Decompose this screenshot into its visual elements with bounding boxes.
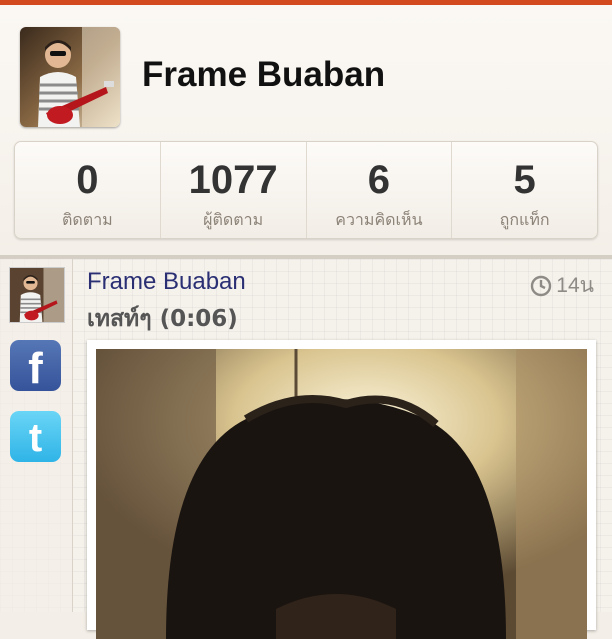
stat-tagged[interactable]: 5 ถูกแท็ก bbox=[452, 142, 597, 238]
post-photo-frame[interactable] bbox=[87, 340, 596, 639]
feed: f t Frame Buaban 14น เทสท์ๆ (0:06) bbox=[0, 259, 612, 639]
stat-label: ผู้ติดตาม bbox=[203, 210, 264, 229]
clock-icon bbox=[531, 275, 552, 296]
post-caption: เทสท์ๆ (0:06) bbox=[87, 306, 238, 332]
profile-name: Frame Buaban bbox=[142, 55, 386, 94]
stat-count: 0 bbox=[76, 158, 99, 202]
stat-label: ติดตาม bbox=[62, 210, 113, 229]
share-column: f t bbox=[0, 259, 73, 612]
post-time-text: 14น bbox=[556, 274, 594, 297]
profile-avatar[interactable] bbox=[20, 27, 120, 127]
twitter-icon: t bbox=[28, 416, 43, 460]
stat-comments[interactable]: 6 ความคิดเห็น bbox=[307, 142, 453, 238]
post-timestamp: 14น bbox=[530, 269, 594, 302]
twitter-share-button[interactable]: t bbox=[10, 411, 61, 462]
profile-stats: 0 ติดตาม 1077 ผู้ติดตาม 6 ความคิดเห็น 5 … bbox=[14, 141, 598, 239]
profile-header: Frame Buaban 0 ติดตาม 1077 ผู้ติดตาม 6 ค… bbox=[0, 5, 612, 255]
stat-following[interactable]: 0 ติดตาม bbox=[15, 142, 161, 238]
stat-count: 1077 bbox=[188, 158, 278, 202]
post-author-avatar[interactable] bbox=[9, 267, 65, 323]
stat-label: ถูกแท็ก bbox=[499, 210, 550, 229]
post-photo[interactable] bbox=[96, 349, 587, 639]
facebook-share-button[interactable]: f bbox=[10, 340, 61, 393]
stat-count: 5 bbox=[513, 158, 536, 202]
stat-count: 6 bbox=[367, 158, 390, 202]
stat-label: ความคิดเห็น bbox=[335, 210, 423, 229]
stat-followers[interactable]: 1077 ผู้ติดตาม bbox=[161, 142, 307, 238]
post-author-link[interactable]: Frame Buaban bbox=[87, 268, 246, 296]
facebook-icon: f bbox=[28, 344, 43, 393]
